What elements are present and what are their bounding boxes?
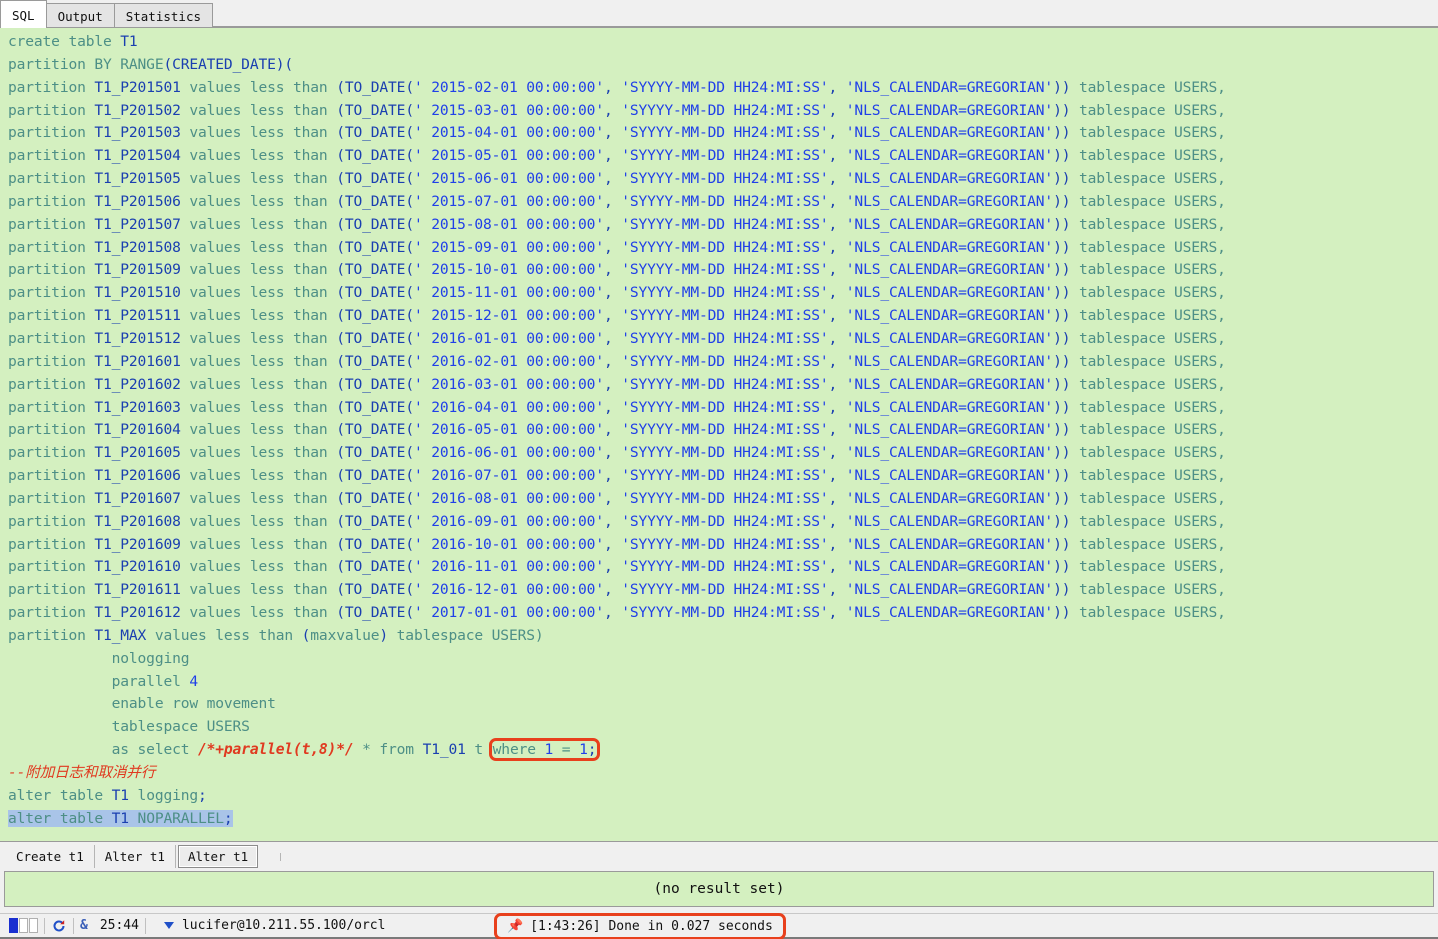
code-line: parallel 4 — [111, 672, 199, 690]
code-line: partition T1_P201502 values less than (T… — [8, 101, 1226, 119]
result-grid[interactable]: (no result set) — [4, 871, 1434, 907]
tab-output-label: Output — [57, 8, 103, 24]
code-line: partition T1_P201511 values less than (T… — [8, 307, 1226, 325]
code-line: alter table T1 logging; — [8, 786, 207, 804]
code-line: partition T1_P201612 values less than (T… — [8, 604, 1226, 622]
pin-icon: 📌 — [507, 919, 524, 934]
code-line: partition T1_P201505 values less than (T… — [8, 170, 1226, 188]
sql-editor-panel[interactable]: create table T1 partition BY RANGE(CREATE… — [0, 27, 1438, 842]
session-icon: & — [80, 918, 88, 933]
code-line: partition T1_P201602 values less than (T… — [8, 375, 1226, 393]
code-line: alter table T1 NOPARALLEL; — [8, 809, 233, 827]
result-tab-alter-t1-1[interactable]: Alter t1 — [95, 845, 176, 868]
code-line: nologging — [8, 649, 190, 667]
code-line: partition T1_P201512 values less than (T… — [8, 329, 1226, 347]
top-tab-strip: SQL Output Statistics — [0, 0, 1438, 28]
execution-message-box: 📌 [1:43:26] Done in 0.027 seconds — [494, 913, 786, 939]
tab-statistics[interactable]: Statistics — [113, 3, 213, 27]
sql-code-block[interactable]: create table T1 partition BY RANGE(CREATE… — [0, 31, 1438, 831]
code-line: partition T1_P201607 values less than (T… — [8, 489, 1226, 507]
code-line: --附加日志和取消并行 — [8, 764, 156, 781]
tab-sql[interactable]: SQL — [0, 0, 47, 28]
code-line: partition T1_P201504 values less than (T… — [8, 147, 1226, 165]
result-tab-alter-t1-2-label: Alter t1 — [187, 849, 249, 864]
code-line: partition T1_P201507 values less than (T… — [8, 215, 1226, 233]
code-line: partition T1_P201601 values less than (T… — [8, 352, 1226, 370]
code-line: partition T1_P201603 values less than (T… — [8, 398, 1226, 416]
code-line: partition T1_P201611 values less than (T… — [8, 581, 1226, 599]
refresh-button[interactable] — [45, 914, 73, 937]
sql-editor[interactable]: create table T1 partition BY RANGE(CREATE… — [0, 28, 1438, 841]
connection-label: lucifer@10.211.55.100/orcl — [181, 918, 386, 933]
insert-mode-indicator — [9, 918, 18, 933]
code-line: partition T1_P201510 values less than (T… — [8, 284, 1226, 302]
code-line: partition T1_P201608 values less than (T… — [8, 512, 1226, 530]
result-tab-strip: Create t1 Alter t1 Alter t1 — [0, 842, 1438, 871]
code-line: tablespace USERS — [8, 718, 250, 736]
code-line: partition T1_P201605 values less than (T… — [8, 444, 1226, 462]
code-line: create table T1 — [8, 33, 138, 50]
execution-message: [1:43:26] Done in 0.027 seconds — [530, 919, 773, 934]
chevron-down-icon — [163, 922, 174, 929]
code-line: partition T1_P201610 values less than (T… — [8, 558, 1226, 576]
tab-sql-label: SQL — [12, 8, 35, 23]
code-line: as select /*+parallel(t,8)*/ * from T1_0… — [111, 738, 601, 762]
code-line: partition T1_P201508 values less than (T… — [8, 238, 1226, 256]
result-tab-spacer — [260, 852, 282, 861]
result-tab-alter-t1-2[interactable]: Alter t1 — [177, 845, 259, 868]
code-line: enable row movement — [8, 695, 276, 713]
code-line: partition T1_P201604 values less than (T… — [8, 421, 1226, 439]
code-line: partition T1_P201503 values less than (T… — [8, 124, 1226, 142]
tab-output[interactable]: Output — [45, 3, 115, 27]
status-bar: & 25:44 lucifer@10.211.55.100/orcl 📌 [1:… — [0, 913, 1438, 939]
no-result-set-message: (no result set) — [653, 881, 785, 897]
result-tab-alter-t1-1-label: Alter t1 — [104, 849, 165, 864]
code-line: partition T1_MAX values less than (maxva… — [8, 626, 544, 644]
code-line: partition T1_P201506 values less than (T… — [8, 192, 1226, 210]
result-tab-create-t1-label: Create t1 — [16, 849, 84, 864]
code-line: partition BY RANGE(CREATED_DATE)( — [8, 55, 294, 73]
code-line: partition T1_P201509 values less than (T… — [8, 261, 1226, 279]
session-indicator[interactable]: & — [74, 914, 94, 937]
result-area: (no result set) — [0, 871, 1438, 913]
cursor-position-label: 25:44 — [99, 918, 139, 933]
mode-indicator-3 — [29, 918, 38, 933]
cursor-position: 25:44 — [94, 914, 145, 937]
result-tab-create-t1[interactable]: Create t1 — [6, 845, 95, 868]
status-block-indicators — [0, 914, 44, 937]
code-line: partition T1_P201501 values less than (T… — [8, 78, 1226, 96]
refresh-icon — [51, 918, 67, 934]
tab-statistics-label: Statistics — [125, 8, 201, 24]
connection-selector[interactable]: lucifer@10.211.55.100/orcl — [146, 914, 392, 937]
mode-indicator-2 — [19, 918, 28, 933]
code-line: partition T1_P201609 values less than (T… — [8, 535, 1226, 553]
code-line: partition T1_P201606 values less than (T… — [8, 467, 1226, 485]
